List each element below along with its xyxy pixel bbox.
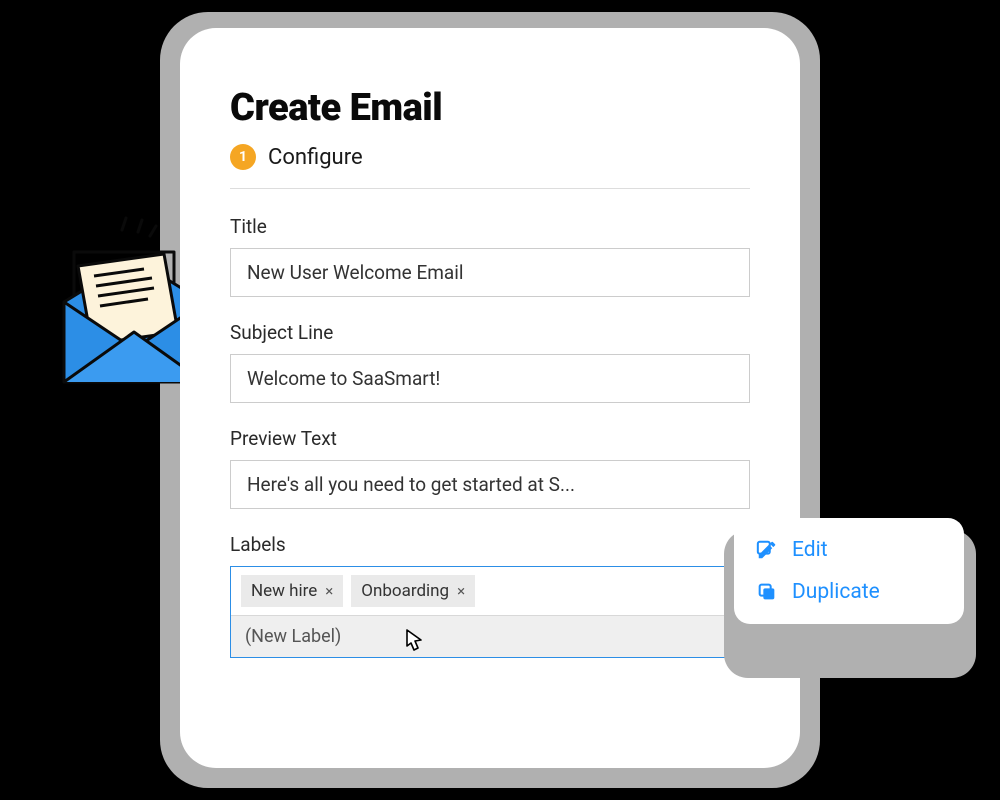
edit-icon — [756, 539, 778, 561]
labels-field-group: Labels New hire × Onboarding × (New Labe… — [230, 533, 750, 658]
close-icon[interactable]: × — [325, 582, 333, 600]
title-field-group: Title — [230, 215, 750, 297]
edit-label: Edit — [792, 538, 828, 562]
create-email-card: Create Email 1 Configure Title Subject L… — [180, 28, 800, 768]
close-icon[interactable]: × — [457, 582, 465, 600]
pointer-cursor-icon — [399, 628, 427, 658]
context-menu: Edit Duplicate — [734, 518, 964, 624]
step-number-badge: 1 — [230, 144, 256, 170]
labels-label: Labels — [230, 533, 750, 556]
labels-input-box[interactable]: New hire × Onboarding × (New Label) — [230, 566, 750, 658]
step-label: Configure — [268, 145, 363, 170]
new-label-text: (New Label) — [245, 626, 341, 647]
new-label-option[interactable]: (New Label) — [231, 615, 749, 657]
subject-label: Subject Line — [230, 321, 750, 344]
tag-text: Onboarding — [361, 581, 449, 601]
subject-field-group: Subject Line — [230, 321, 750, 403]
label-tag[interactable]: Onboarding × — [351, 575, 475, 607]
tags-row: New hire × Onboarding × — [231, 567, 749, 615]
subject-input[interactable] — [230, 354, 750, 403]
edit-menu-item[interactable]: Edit — [756, 538, 942, 562]
title-input[interactable] — [230, 248, 750, 297]
preview-field-group: Preview Text — [230, 427, 750, 509]
tag-text: New hire — [251, 581, 317, 601]
page-title: Create Email — [230, 86, 750, 130]
duplicate-menu-item[interactable]: Duplicate — [756, 580, 942, 604]
title-label: Title — [230, 215, 750, 238]
duplicate-icon — [756, 581, 778, 603]
step-indicator: 1 Configure — [230, 144, 750, 170]
preview-label: Preview Text — [230, 427, 750, 450]
preview-input[interactable] — [230, 460, 750, 509]
divider — [230, 188, 750, 189]
label-tag[interactable]: New hire × — [241, 575, 343, 607]
duplicate-label: Duplicate — [792, 580, 880, 604]
